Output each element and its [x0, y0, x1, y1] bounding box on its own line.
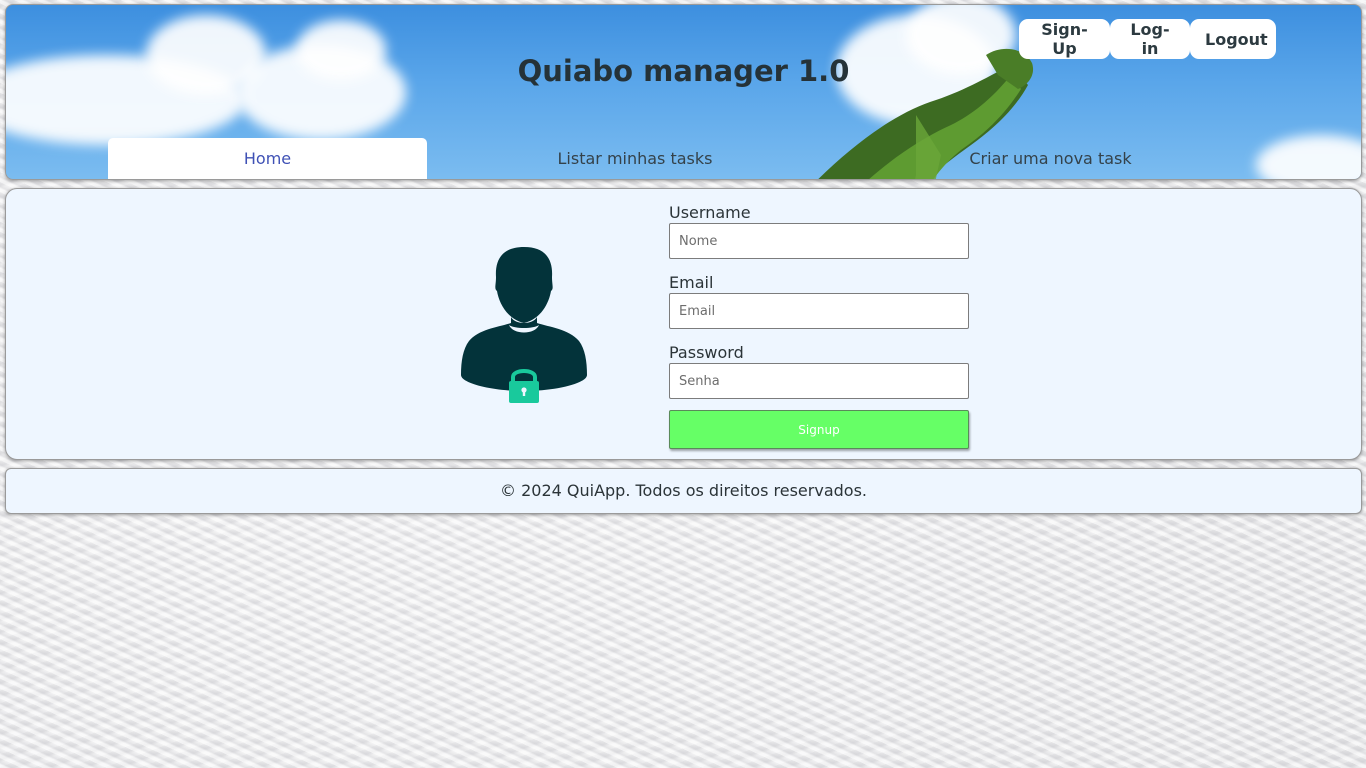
- password-input[interactable]: [669, 363, 969, 399]
- user-lock-icon: [461, 247, 587, 403]
- username-input[interactable]: [669, 223, 969, 259]
- site-footer: © 2024 QuiApp. Todos os direitos reserva…: [5, 468, 1362, 514]
- email-input[interactable]: [669, 293, 969, 329]
- signup-nav-button[interactable]: Sign-Up: [1019, 19, 1110, 59]
- email-label: Email: [669, 273, 714, 292]
- login-nav-button[interactable]: Log-in: [1110, 19, 1190, 59]
- logout-nav-button[interactable]: Logout: [1190, 19, 1276, 59]
- password-label: Password: [669, 343, 744, 362]
- tab-home[interactable]: Home: [108, 138, 427, 179]
- signup-submit-button[interactable]: Signup: [669, 410, 969, 449]
- auth-button-group: Sign-Up Log-in Logout: [1019, 19, 1276, 59]
- tab-create-task[interactable]: Criar uma nova task: [843, 138, 1258, 179]
- nav-tabs: Home Listar minhas tasks Criar uma nova …: [108, 138, 1258, 179]
- signup-form: Username Email Password Signup: [669, 202, 969, 449]
- page-title: Quiabo manager 1.0: [517, 54, 850, 88]
- tab-list-tasks[interactable]: Listar minhas tasks: [427, 138, 843, 179]
- site-header: Quiabo manager 1.0 Sign-Up Log-in Logout…: [5, 4, 1362, 180]
- cloud-decoration: [1256, 135, 1361, 179]
- signup-panel: Username Email Password Signup: [5, 188, 1362, 460]
- username-label: Username: [669, 203, 751, 222]
- footer-copyright: © 2024 QuiApp. Todos os direitos reserva…: [500, 481, 867, 500]
